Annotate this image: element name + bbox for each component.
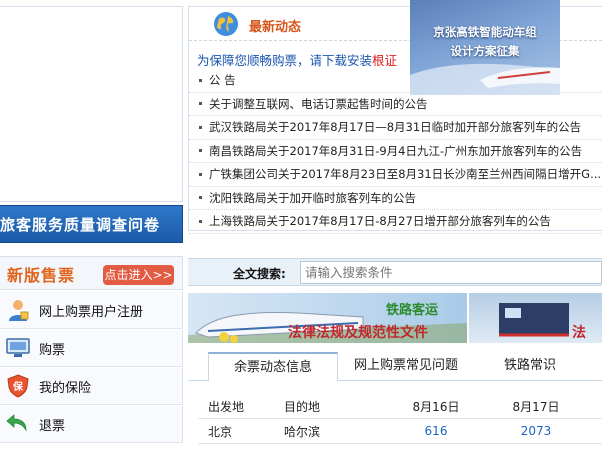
banner-subtitle: 法律法规及规范性文件 <box>288 325 428 341</box>
bullet-icon <box>199 196 202 200</box>
enter-button[interactable]: 点击进入>> <box>103 265 174 285</box>
tab-railway-knowledge[interactable]: 铁路常识 <box>478 352 582 382</box>
news-item-text: 关于调整互联网、电话订票起售时间的公告 <box>209 96 428 111</box>
col-header-date: 8月16日 <box>412 399 460 414</box>
survey-banner-label: 旅客服务质量调查问卷 <box>0 215 161 234</box>
regulations-banner[interactable]: 铁路客运 法律法规及规范性文件 <box>188 293 467 343</box>
link-banners: 铁路客运 法律法规及规范性文件 法 <box>188 293 602 343</box>
news-item[interactable]: 武汉铁路局关于2017年8月17日—8月31日临时加开部分旅客列车的公告 <box>189 116 602 140</box>
cell-count-link[interactable]: 2073 <box>486 424 586 438</box>
insurance-shield-icon: 保 <box>5 374 31 398</box>
news-item-text: 南昌铁路局关于2017年8月31日-9月4日九江-广州东加开旅客列车的公告 <box>209 143 583 158</box>
news-item-text: 上海铁路局关于2017年8月17日-8月27日增开部分旅客列车的公告 <box>209 214 551 229</box>
info-tabs: 余票动态信息 网上购票常见问题 铁路常识 <box>188 350 602 382</box>
news-item[interactable]: 广铁集团公司关于2017年8月23日至8月31日长沙南至兰州西间隔日增开G... <box>189 163 602 187</box>
news-item-text: 公 告 <box>209 73 236 88</box>
banner-subtitle: 法 <box>572 325 586 341</box>
col-header-date: 8月17日 <box>512 399 560 414</box>
col-header-to: 目的地 <box>284 399 321 414</box>
bullet-icon <box>199 219 202 223</box>
svg-text:保: 保 <box>12 380 24 393</box>
news-item-text: 武汉铁路局关于2017年8月17日—8月31日临时加开部分旅客列车的公告 <box>209 120 582 135</box>
cell-from: 北京 <box>208 424 233 439</box>
bullet-icon <box>199 78 202 82</box>
notice-text: 为保障您顺畅购票，请下载安装 <box>197 53 373 68</box>
left-top-panel <box>0 6 183 202</box>
bullet-icon <box>199 102 202 106</box>
new-sale-title: 新版售票 <box>7 266 76 285</box>
bullet-icon <box>199 172 202 176</box>
cell-to: 哈尔滨 <box>284 424 321 439</box>
col-header-from: 出发地 <box>208 399 245 414</box>
promo-banner[interactable]: 京张高铁智能动车组 设计方案征集 <box>410 0 560 95</box>
menu-item-label: 退票 <box>39 418 66 434</box>
tab-faq[interactable]: 网上购票常见问题 <box>340 352 472 382</box>
news-item-text: 沈阳铁路局关于加开临时旅客列车的公告 <box>209 190 416 205</box>
bullet-icon <box>199 125 202 129</box>
refund-arrow-icon <box>5 412 31 436</box>
tab-ticket-availability[interactable]: 余票动态信息 <box>208 352 338 382</box>
promo-line-2: 设计方案征集 <box>450 44 520 58</box>
menu-item-register[interactable]: 网上购票用户注册 <box>0 292 183 329</box>
cell-count-link[interactable]: 616 <box>386 424 486 438</box>
globe-icon <box>213 11 239 37</box>
ticket-availability-table: 出发地 目的地 8月16日 8月17日 北京 哈尔滨 616 2073 <box>198 394 602 444</box>
notice-highlight[interactable]: 根证 <box>372 53 397 68</box>
law-banner[interactable]: 法 <box>469 293 602 343</box>
news-item[interactable]: 沈阳铁路局关于加开临时旅客列车的公告 <box>189 187 602 210</box>
menu-item-refund[interactable]: 退票 <box>0 406 183 443</box>
menu-item-insurance[interactable]: 保 我的保险 <box>0 368 183 405</box>
news-title: 最新动态 <box>249 20 302 35</box>
table-row: 北京 哈尔滨 616 2073 <box>198 419 602 444</box>
promo-line-1: 京张高铁智能动车组 <box>433 25 537 39</box>
search-input[interactable] <box>300 261 602 284</box>
search-label: 全文搜索: <box>233 267 286 281</box>
menu-item-buy-ticket[interactable]: 购票 <box>0 330 183 367</box>
full-text-search-bar: 全文搜索: <box>188 258 602 286</box>
computer-ticket-icon <box>5 336 31 360</box>
menu-item-label: 购票 <box>39 342 66 358</box>
news-item[interactable]: 关于调整互联网、电话订票起售时间的公告 <box>189 93 602 116</box>
menu-item-label: 网上购票用户注册 <box>39 304 144 320</box>
news-item[interactable]: 上海铁路局关于2017年8月17日-8月27日增开部分旅客列车的公告 <box>189 210 602 234</box>
new-sale-header: 新版售票 点击进入>> <box>0 256 183 290</box>
service-menu: 网上购票用户注册 购票 保 我的保险 退票 <box>0 292 183 444</box>
user-register-icon <box>5 298 31 322</box>
bullet-icon <box>199 149 202 153</box>
menu-item-label: 我的保险 <box>39 380 92 396</box>
scrolling-notice[interactable]: 为保障您顺畅购票，请下载安装根证 <box>197 50 397 69</box>
banner-title: 铁路客运 <box>386 303 439 318</box>
survey-banner[interactable]: 旅客服务质量调查问卷 <box>0 205 183 243</box>
news-item[interactable]: 南昌铁路局关于2017年8月31日-9月4日九江-广州东加开旅客列车的公告 <box>189 140 602 163</box>
news-item-text: 广铁集团公司关于2017年8月23日至8月31日长沙南至兰州西间隔日增开G... <box>209 167 602 182</box>
table-header-row: 出发地 目的地 8月16日 8月17日 <box>198 394 602 419</box>
